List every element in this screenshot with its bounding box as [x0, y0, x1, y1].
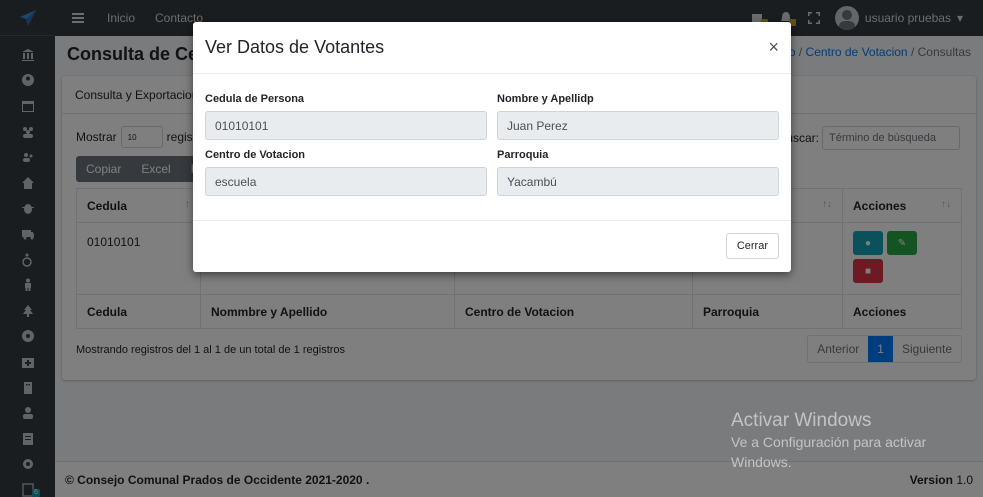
cerrar-button[interactable]: Cerrar: [725, 233, 779, 259]
ver-datos-modal: Ver Datos de Votantes × Cedula de Person…: [193, 22, 791, 272]
windows-watermark: Activar Windows Ve a Configuración para …: [731, 410, 927, 470]
field-cedula: Cedula de Persona 01010101: [205, 93, 487, 140]
cedula-field[interactable]: 01010101: [205, 111, 487, 140]
modal-footer: Cerrar: [193, 221, 791, 271]
parroquia-field[interactable]: Yacambú: [497, 167, 779, 196]
close-icon[interactable]: ×: [768, 37, 779, 58]
centro-field[interactable]: escuela: [205, 167, 487, 196]
field-nombre: Nombre y Apellidp Juan Perez: [497, 93, 779, 140]
label-nombre: Nombre y Apellidp: [497, 93, 594, 105]
modal-header: Ver Datos de Votantes ×: [193, 22, 791, 74]
field-centro: Centro de Votacion escuela: [205, 149, 487, 196]
label-cedula: Cedula de Persona: [205, 93, 305, 105]
modal-body: Cedula de Persona 01010101 Nombre y Apel…: [193, 74, 791, 221]
label-parroquia: Parroquia: [497, 149, 549, 161]
field-parroquia: Parroquia Yacambú: [497, 149, 779, 196]
modal-title: Ver Datos de Votantes: [205, 37, 385, 57]
nombre-field[interactable]: Juan Perez: [497, 111, 779, 140]
label-centro: Centro de Votacion: [205, 149, 306, 161]
